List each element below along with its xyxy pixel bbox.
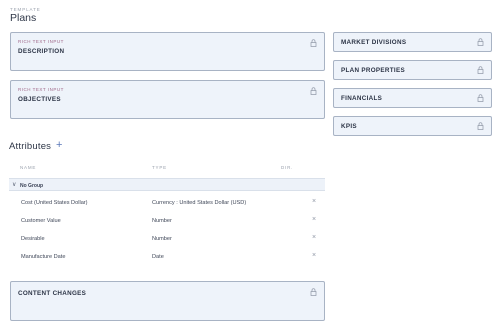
lock-icon (477, 66, 484, 74)
lock-icon (477, 38, 484, 46)
lock-icon (310, 39, 317, 47)
objectives-title: OBJECTIVES (18, 96, 61, 103)
page-title: Plans (10, 12, 37, 24)
table-row[interactable]: Customer Value Number × (9, 213, 325, 231)
objectives-kicker: RICH TEXT INPUT (18, 87, 64, 92)
close-icon[interactable]: × (312, 216, 316, 223)
table-row[interactable]: Cost (United States Dollar) Currency : U… (9, 195, 325, 213)
kpis-title: KPIS (341, 123, 357, 130)
column-header-name: NAME (20, 165, 37, 170)
market-divisions-title: MARKET DIVISIONS (341, 39, 407, 46)
plan-properties-card[interactable]: PLAN PROPERTIES (333, 60, 492, 80)
content-changes-card[interactable]: CONTENT CHANGES (10, 281, 325, 321)
table-row[interactable]: Manufacture Date Date × (9, 249, 325, 267)
group-label: No Group (20, 182, 44, 189)
column-header-dir: DIR. (281, 165, 294, 170)
table-row[interactable]: Desirable Number × (9, 231, 325, 249)
lock-icon (310, 87, 317, 95)
close-icon[interactable]: × (312, 252, 316, 259)
add-attribute-button[interactable]: + (56, 139, 62, 151)
attributes-heading: Attributes (9, 141, 52, 152)
group-row-no-group[interactable]: ∨ No Group (9, 178, 325, 191)
description-kicker: RICH TEXT INPUT (18, 39, 64, 44)
attribute-type: Currency : United States Dollar (USD) (152, 200, 247, 206)
market-divisions-card[interactable]: MARKET DIVISIONS (333, 32, 492, 52)
attribute-type: Number (152, 218, 172, 224)
attribute-type: Number (152, 236, 172, 242)
close-icon[interactable]: × (312, 198, 316, 205)
lock-icon (477, 94, 484, 102)
financials-title: FINANCIALS (341, 95, 383, 102)
description-title: DESCRIPTION (18, 48, 65, 55)
content-changes-title: CONTENT CHANGES (18, 290, 87, 297)
attribute-name: Manufacture Date (21, 254, 66, 260)
lock-icon (310, 288, 317, 296)
attribute-name: Cost (United States Dollar) (21, 200, 88, 206)
close-icon[interactable]: × (312, 234, 316, 241)
description-card[interactable]: RICH TEXT INPUT DESCRIPTION (10, 32, 325, 71)
attribute-type: Date (152, 254, 164, 260)
financials-card[interactable]: FINANCIALS (333, 88, 492, 108)
lock-icon (477, 122, 484, 130)
attribute-name: Desirable (21, 236, 45, 242)
attribute-name: Customer Value (21, 218, 61, 224)
objectives-card[interactable]: RICH TEXT INPUT OBJECTIVES (10, 80, 325, 119)
chevron-down-icon[interactable]: ∨ (12, 181, 16, 188)
kpis-card[interactable]: KPIS (333, 116, 492, 136)
column-header-type: TYPE (152, 165, 167, 170)
plan-properties-title: PLAN PROPERTIES (341, 67, 405, 74)
